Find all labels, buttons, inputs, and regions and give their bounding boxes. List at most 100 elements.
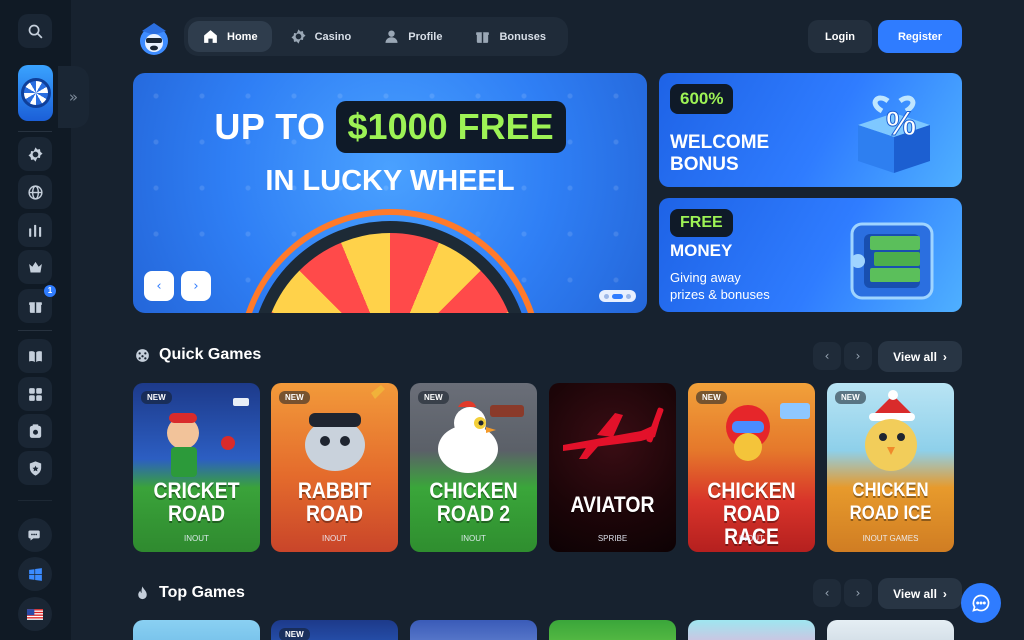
sidebar-item-gifts[interactable]: 1	[18, 285, 56, 323]
top-games-prev-button[interactable]: ‹	[813, 579, 841, 607]
gift-badge: 1	[44, 285, 56, 297]
top-game-card[interactable]	[549, 620, 676, 640]
puzzle-icon	[28, 387, 42, 401]
chat-bubbles-icon	[27, 530, 40, 540]
vault-icon	[29, 423, 41, 438]
game-title-a: CHICKEN	[852, 480, 929, 501]
quick-games-next-button[interactable]: ›	[844, 342, 872, 370]
game-provider: SPRIBE	[597, 534, 628, 543]
free-money-card[interactable]: FREE MONEY Giving away prizes & bonuses	[659, 198, 962, 312]
game-card-chicken-road-race[interactable]: NEW CHICKEN ROAD RACE INOUT	[688, 383, 815, 552]
quick-games-view-all-button[interactable]: View all ›	[878, 341, 962, 372]
game-title-b: ROAD 2	[436, 501, 511, 526]
nav-bonuses[interactable]: Bonuses	[460, 21, 559, 52]
quick-games-label: Quick Games	[159, 346, 262, 363]
hero-amount: $1000 FREE	[335, 101, 566, 153]
top-game-card[interactable]: NEW	[271, 620, 398, 640]
view-all-label: View all	[893, 349, 937, 364]
new-badge: NEW	[279, 628, 310, 640]
sports-icon	[28, 224, 41, 237]
sidebar-item-sports[interactable]	[18, 213, 52, 247]
nav-profile-label: Profile	[408, 30, 443, 43]
search-icon	[28, 24, 42, 38]
game-provider: INOUT	[739, 534, 764, 543]
game-title-b: ROAD	[305, 501, 364, 526]
top-game-card[interactable]	[410, 620, 537, 640]
book-icon	[28, 350, 42, 362]
hero-dot-active[interactable]	[612, 293, 623, 299]
game-card-aviator[interactable]: AVIATOR SPRIBE	[549, 383, 676, 552]
windows-app-button[interactable]	[18, 557, 52, 591]
sidebar-divider	[18, 131, 52, 132]
new-badge: NEW	[279, 391, 310, 404]
globe-icon	[27, 184, 43, 200]
chevron-left-icon: ‹	[156, 278, 162, 294]
nav-profile[interactable]: Profile	[369, 21, 456, 52]
chevron-right-icon: ›	[942, 586, 947, 601]
search-button[interactable]	[18, 14, 52, 48]
game-card-rabbit-road[interactable]: NEW RABBIT ROAD INOUT	[271, 383, 398, 552]
sidebar-item-casino[interactable]	[18, 137, 52, 171]
sidebar-divider	[18, 500, 52, 501]
top-game-card[interactable]	[827, 620, 954, 640]
expand-sidebar-button[interactable]: »	[58, 66, 89, 128]
promo-percent: 600%	[670, 84, 734, 114]
language-button[interactable]	[18, 597, 52, 631]
hero-dot[interactable]	[604, 293, 609, 299]
chevron-right-icon: ›	[855, 349, 861, 363]
top-games-title: Top Games	[134, 584, 245, 602]
top-games-next-button[interactable]: ›	[844, 579, 872, 607]
plane-art	[563, 407, 664, 459]
chevron-left-icon: ‹	[824, 349, 830, 363]
support-chat-button[interactable]	[18, 518, 52, 552]
sidebar-item-vip[interactable]	[18, 250, 52, 284]
quick-games-prev-button[interactable]: ‹	[813, 342, 841, 370]
gift-box-icon: %	[858, 95, 930, 173]
nav-casino-label: Casino	[314, 30, 352, 43]
nav-casino[interactable]: Casino	[276, 21, 366, 52]
welcome-bonus-card[interactable]: 600% WELCOME BONUS %	[659, 73, 962, 187]
new-badge: NEW	[141, 391, 172, 404]
live-chat-button[interactable]	[961, 583, 1001, 623]
sidebar-item-live[interactable]	[18, 175, 52, 209]
hero-next-button[interactable]: ›	[181, 271, 211, 301]
nav-home[interactable]: Home	[188, 21, 272, 52]
chevron-right-icon: ›	[942, 349, 947, 364]
lucky-wheel-promo-button[interactable]	[18, 65, 53, 121]
game-title-a: CHICKEN	[707, 478, 796, 503]
top-games-view-all-button[interactable]: View all ›	[878, 578, 962, 609]
hero-headline: UP TO $1000 FREE	[133, 101, 647, 153]
game-card-cricket-road[interactable]: NEW CRICKET ROAD INOUT	[133, 383, 260, 552]
nav-bonuses-label: Bonuses	[499, 30, 546, 43]
top-game-card[interactable]	[688, 620, 815, 640]
game-title-a: CRICKET	[153, 478, 240, 503]
sidebar-divider	[18, 330, 52, 331]
sidebar-item-rules[interactable]	[18, 339, 52, 373]
hero-pagination[interactable]	[599, 290, 636, 302]
promo-free: FREE	[670, 209, 733, 237]
windows-icon	[28, 567, 42, 581]
top-game-card[interactable]	[133, 620, 260, 640]
register-button[interactable]: Register	[878, 20, 962, 53]
hero-dot[interactable]	[626, 293, 631, 299]
gift-icon	[28, 301, 42, 313]
new-badge: NEW	[418, 391, 449, 404]
sidebar-item-games[interactable]	[18, 377, 52, 411]
login-button[interactable]: Login	[808, 20, 872, 53]
hero-prev-button[interactable]: ‹	[144, 271, 174, 301]
chip-icon	[291, 29, 306, 44]
chevron-left-icon: ‹	[824, 586, 830, 600]
chevron-right-icon: ›	[193, 278, 199, 294]
game-title-b: ROAD ICE	[849, 503, 932, 524]
home-icon	[204, 30, 217, 43]
game-card-chicken-road-2[interactable]: NEW CHICKEN ROAD 2 INOUT	[410, 383, 537, 552]
game-card-chicken-road-ice[interactable]: NEW CHICKEN ROAD ICE INOUT GAMES	[827, 383, 954, 552]
sidebar-item-vault[interactable]	[18, 414, 52, 448]
brand-logo[interactable]	[134, 17, 174, 57]
main-nav: Home Casino Profile Bonuses	[184, 17, 568, 56]
game-title-b: ROAD	[167, 501, 226, 526]
dice-icon	[136, 348, 149, 362]
lucky-wheel-icon	[20, 78, 51, 108]
game-title-a: AVIATOR	[570, 492, 655, 517]
sidebar-item-security[interactable]	[18, 451, 52, 485]
